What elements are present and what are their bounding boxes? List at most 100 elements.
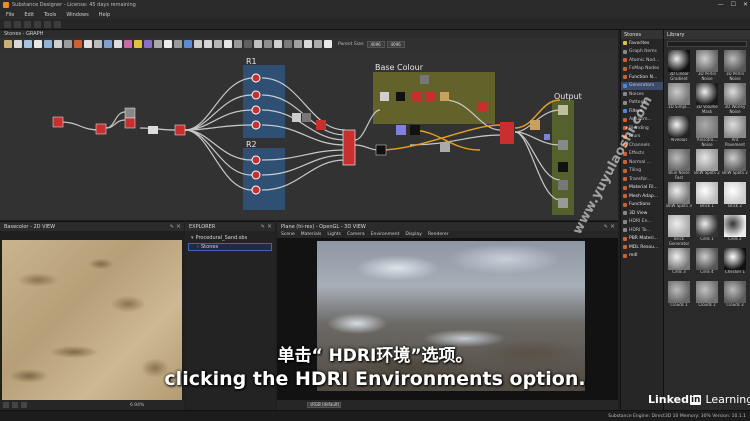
category-item[interactable]: Material Fil... [621,184,663,193]
graph-tool-icon[interactable] [4,40,12,48]
library-thumbnail[interactable]: BnW Spots 3 [666,182,692,213]
graph-item-stones[interactable]: › Stones [188,243,272,251]
category-item[interactable]: HDRI En... [621,218,663,227]
close-icon[interactable]: × [176,223,181,230]
open-icon[interactable] [14,20,21,28]
export-icon[interactable] [21,402,27,408]
graph-tool-icon[interactable] [114,40,122,48]
graph-tool-icon[interactable] [34,40,42,48]
menu-materials[interactable]: Materials [301,232,322,237]
redo-icon[interactable] [54,20,61,28]
library-thumbnail[interactable]: Brick Generator [666,215,692,246]
library-thumbnail[interactable]: 3D Perlin Noise [722,50,748,81]
library-thumbnail[interactable]: 3D Linear Gradient [666,50,692,81]
menu-file[interactable]: File [6,12,14,18]
category-item[interactable]: Normal ... [621,158,663,167]
menu-lights[interactable]: Lights [327,232,341,237]
category-item[interactable]: Transfor... [621,175,663,184]
graph-tool-icon[interactable] [104,40,112,48]
save-all-icon[interactable] [34,20,41,28]
category-item[interactable]: Tiling [621,167,663,176]
category-item[interactable]: HDRI To... [621,226,663,235]
graph-tool-icon[interactable] [14,40,22,48]
graph-tool-icon[interactable] [44,40,52,48]
library-thumbnail[interactable]: Clouds 3 [722,281,748,312]
category-item[interactable]: 3D View [621,209,663,218]
category-item[interactable]: FxMap Nodes [621,65,663,74]
graph-canvas[interactable]: R1 R2 Base Colour Output [0,50,618,220]
library-thumbnail[interactable]: BnW Spots 2 [722,149,748,180]
library-thumbnail[interactable]: Checker 1 [722,248,748,279]
graph-tool-icon[interactable] [294,40,302,48]
library-thumbnail[interactable]: Brick 1 [694,182,720,213]
graph-tool-icon[interactable] [124,40,132,48]
tab-stones[interactable]: Stones [621,30,663,39]
graph-tool-icon[interactable] [134,40,142,48]
minimize-icon[interactable]: — [718,1,724,8]
graph-tool-icon[interactable] [184,40,192,48]
library-thumbnail[interactable]: 3D Worley Noise [722,83,748,114]
category-item[interactable]: mdl [621,252,663,261]
menu-camera[interactable]: Camera [347,232,365,237]
graph-tool-icon[interactable] [24,40,32,48]
tiling-icon[interactable] [12,402,18,408]
new-icon[interactable] [4,20,11,28]
size-select[interactable]: 4096 [386,40,405,48]
category-item[interactable]: Generators [621,81,663,90]
graph-tool-icon[interactable] [144,40,152,48]
library-thumbnail[interactable]: Anisotro... Noise [694,116,720,147]
library-thumbnail[interactable]: Cells 4 [694,248,720,279]
graph-tool-icon[interactable] [84,40,92,48]
graph-tool-icon[interactable] [234,40,242,48]
pin-icon[interactable]: ✎ [604,224,608,230]
category-item[interactable]: MDL Resou... [621,243,663,252]
category-item[interactable]: PBR Materi... [621,235,663,244]
undo-icon[interactable] [44,20,51,28]
category-item[interactable]: Function N... [621,73,663,82]
package-item[interactable]: ▾ Procedural_Sand.sbs [185,234,275,242]
library-thumbnail[interactable]: Blue Noise Fast [666,149,692,180]
graph-tool-icon[interactable] [254,40,262,48]
menu-edit[interactable]: Edit [24,12,34,18]
library-thumbnail[interactable]: Clouds 1 [666,281,692,312]
menu-windows[interactable]: Windows [66,12,88,18]
graph-tool-icon[interactable] [64,40,72,48]
category-item[interactable]: Mesh Adap... [621,192,663,201]
channel-icon[interactable] [3,402,9,408]
menu-display[interactable]: Display [405,232,422,237]
close-icon[interactable]: × [267,223,272,230]
library-thumbnail[interactable]: Cells 2 [722,215,748,246]
graph-tool-icon[interactable] [94,40,102,48]
menu-tools[interactable]: Tools [44,12,56,18]
graph-tool-icon[interactable] [164,40,172,48]
graph-tool-icon[interactable] [194,40,202,48]
category-item[interactable]: Atomic Nod... [621,56,663,65]
library-thumbnail[interactable]: Cells 3 [666,248,692,279]
library-thumbnail[interactable]: Brick 2 [722,182,748,213]
close-icon[interactable]: ✕ [743,1,748,8]
library-thumbnail[interactable]: 3D Perlin Noise [694,50,720,81]
category-item[interactable]: Functions [621,201,663,210]
category-item[interactable]: Favorites [621,39,663,48]
pin-icon[interactable]: ✎ [261,224,265,230]
graph-tool-icon[interactable] [204,40,212,48]
category-item[interactable]: Graph Items [621,48,663,57]
close-icon[interactable]: × [610,223,615,230]
graph-tool-icon[interactable] [74,40,82,48]
graph-tool-icon[interactable] [284,40,292,48]
library-thumbnail[interactable]: BnW Spots 2 [694,149,720,180]
graph-tool-icon[interactable] [224,40,232,48]
menu-environment[interactable]: Environment [371,232,400,237]
pin-icon[interactable]: ✎ [170,224,174,230]
menu-scene[interactable]: Scene [281,232,295,237]
save-icon[interactable] [24,20,31,28]
parent-size-select[interactable]: 4096 [366,40,385,48]
graph-tool-icon[interactable] [244,40,252,48]
graph-tool-icon[interactable] [304,40,312,48]
library-thumbnail[interactable]: Alveolus [666,116,692,147]
graph-tool-icon[interactable] [54,40,62,48]
colorspace-select[interactable]: sRGB (default) [307,402,341,408]
graph-tool-icon[interactable] [214,40,222,48]
menu-help[interactable]: Help [99,12,110,18]
maximize-icon[interactable]: ☐ [731,1,736,8]
